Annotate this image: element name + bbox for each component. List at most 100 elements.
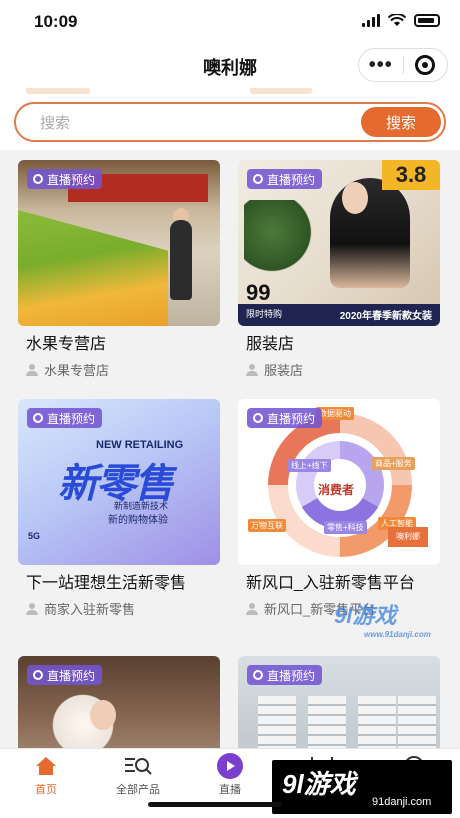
store-thumbnail: 直播预约 NEW RETAILING 新零售 新制造新技术 新的购物体验 5G: [18, 399, 220, 565]
user-icon: [246, 602, 258, 615]
nav-bar: 噢利娜 •••: [0, 44, 460, 88]
home-icon: [36, 757, 56, 775]
status-bar: 10:09: [0, 0, 460, 44]
store-owner-label: 商家入驻新零售: [44, 602, 136, 617]
shopper-body: [170, 220, 192, 300]
search-input[interactable]: [40, 112, 340, 134]
promo-number: 3.8: [382, 160, 440, 190]
home-indicator: [148, 802, 282, 807]
live-reservation-badge: 直播预约: [247, 169, 323, 189]
host-face: [90, 700, 116, 730]
status-time: 10:09: [34, 12, 78, 31]
site-watermark: 9l游戏 91danji.com: [272, 760, 452, 814]
badge-label: 直播预约: [267, 411, 316, 426]
store-thumbnail: 直播预约: [18, 160, 220, 326]
diagram-tag: 零售+科技: [324, 521, 367, 534]
live-reservation-badge: 直播预约: [247, 408, 323, 428]
search-area: 搜索: [0, 88, 460, 150]
battery-icon: [414, 14, 440, 27]
watermark-text: 9l游戏: [282, 769, 356, 799]
live-reservation-badge: 直播预约: [27, 408, 103, 428]
user-icon: [26, 363, 38, 376]
shelf-shape: [398, 696, 436, 748]
alarm-icon: [253, 413, 263, 423]
banner-peek: [26, 88, 90, 94]
live-reservation-badge: 直播预约: [27, 169, 103, 189]
brand-logo: 噢利娜: [388, 527, 428, 547]
store-card[interactable]: 直播预约: [18, 656, 220, 748]
live-reservation-badge: 直播预约: [247, 665, 323, 685]
shelf-shape: [308, 696, 346, 748]
badge-label: 直播预约: [267, 172, 316, 187]
poster-english-title: NEW RETAILING: [96, 439, 184, 451]
badge-label: 直播预约: [47, 172, 96, 187]
wifi-icon: [388, 14, 406, 26]
diagram-tag: 商品+服务: [372, 457, 415, 470]
store-card[interactable]: 直播预约 3.8 99 限时特购 2020年春季新款女装 服装店 服装店: [238, 160, 440, 379]
store-thumbnail: 直播预约 3.8 99 限时特购 2020年春季新款女装: [238, 160, 440, 326]
badge-label: 直播预约: [47, 668, 96, 683]
search-bar: 搜索: [14, 102, 446, 142]
target-icon: [415, 55, 436, 75]
promo-price-caption: 限时特购: [246, 309, 283, 319]
store-card[interactable]: 直播预约 水果专营店 水果专营店: [18, 160, 220, 379]
alarm-icon: [33, 174, 43, 184]
store-owner: 水果专营店: [18, 360, 220, 379]
signal-icon: [362, 14, 380, 27]
watermark-subtext: 91danji.com: [372, 796, 432, 808]
tab-label: 首页: [35, 784, 57, 796]
promo-banner-text: 2020年春季新款女装: [339, 311, 432, 322]
store-thumbnail: 直播预约: [238, 656, 440, 748]
store-owner-label: 水果专营店: [44, 363, 110, 378]
live-icon: [217, 753, 243, 779]
store-thumbnail: 直播预约 消费者 数据驱动 商品+服务 人工智能 万物互联 线上+线下 零售+科…: [238, 399, 440, 565]
model-face: [342, 182, 368, 214]
store-name: 下一站理想生活新零售: [26, 575, 187, 592]
alarm-icon: [33, 413, 43, 423]
store-name: 新风口_入驻新零售平台: [246, 575, 415, 592]
alarm-icon: [253, 670, 263, 680]
diagram-center-label: 消费者: [318, 483, 355, 497]
user-icon: [26, 602, 38, 615]
tab-label: 直播: [219, 784, 241, 796]
store-name: 水果专营店: [26, 336, 107, 353]
live-reservation-badge: 直播预约: [27, 665, 103, 685]
poster-subtitle: 新的购物体验: [108, 515, 168, 526]
more-icon[interactable]: •••: [359, 55, 403, 75]
fruit-stall-shape: [18, 210, 168, 326]
alarm-icon: [253, 174, 263, 184]
store-card[interactable]: 直播预约 消费者 数据驱动 商品+服务 人工智能 万物互联 线上+线下 零售+科…: [238, 399, 440, 618]
alarm-icon: [33, 670, 43, 680]
plant-shape: [244, 200, 314, 280]
tab-all-products[interactable]: 全部产品: [92, 753, 184, 797]
watermark-subtext: www.91danji.com: [364, 630, 431, 639]
diagram-tag: 万物互联: [248, 519, 286, 532]
store-name: 服装店: [246, 336, 295, 353]
status-icons: [362, 14, 440, 27]
tab-label: 全部产品: [116, 784, 160, 796]
banner-peek: [250, 88, 312, 94]
watermark-text: 9l游戏: [334, 603, 397, 628]
store-card[interactable]: 直播预约: [238, 656, 440, 748]
store-card[interactable]: 直播预约 NEW RETAILING 新零售 新制造新技术 新的购物体验 5G …: [18, 399, 220, 618]
mini-program-capsule: •••: [358, 48, 448, 82]
search-button[interactable]: 搜索: [361, 107, 441, 137]
user-icon: [246, 363, 258, 376]
badge-label: 直播预约: [47, 411, 96, 426]
shelf-shape: [258, 696, 296, 748]
diagram-tag: 线上+线下: [288, 459, 331, 472]
search-list-icon: [125, 758, 152, 775]
store-thumbnail: 直播预约: [18, 656, 220, 748]
site-watermark: 9l游戏 www.91danji.com: [334, 598, 431, 639]
tab-home[interactable]: 首页: [0, 753, 92, 797]
close-program-button[interactable]: [403, 55, 447, 75]
tab-live[interactable]: 直播: [184, 753, 276, 797]
poster-corner-text: 5G: [28, 531, 41, 541]
shelf-shape: [358, 696, 396, 748]
store-owner: 商家入驻新零售: [18, 599, 220, 618]
badge-label: 直播预约: [267, 668, 316, 683]
store-owner: 服装店: [238, 360, 440, 379]
product-grid: 直播预约 水果专营店 水果专营店 直播预约 3.8 99 限时特购 2020年春…: [0, 150, 460, 748]
promo-price: 99: [246, 280, 271, 305]
store-owner-label: 服装店: [264, 363, 304, 378]
